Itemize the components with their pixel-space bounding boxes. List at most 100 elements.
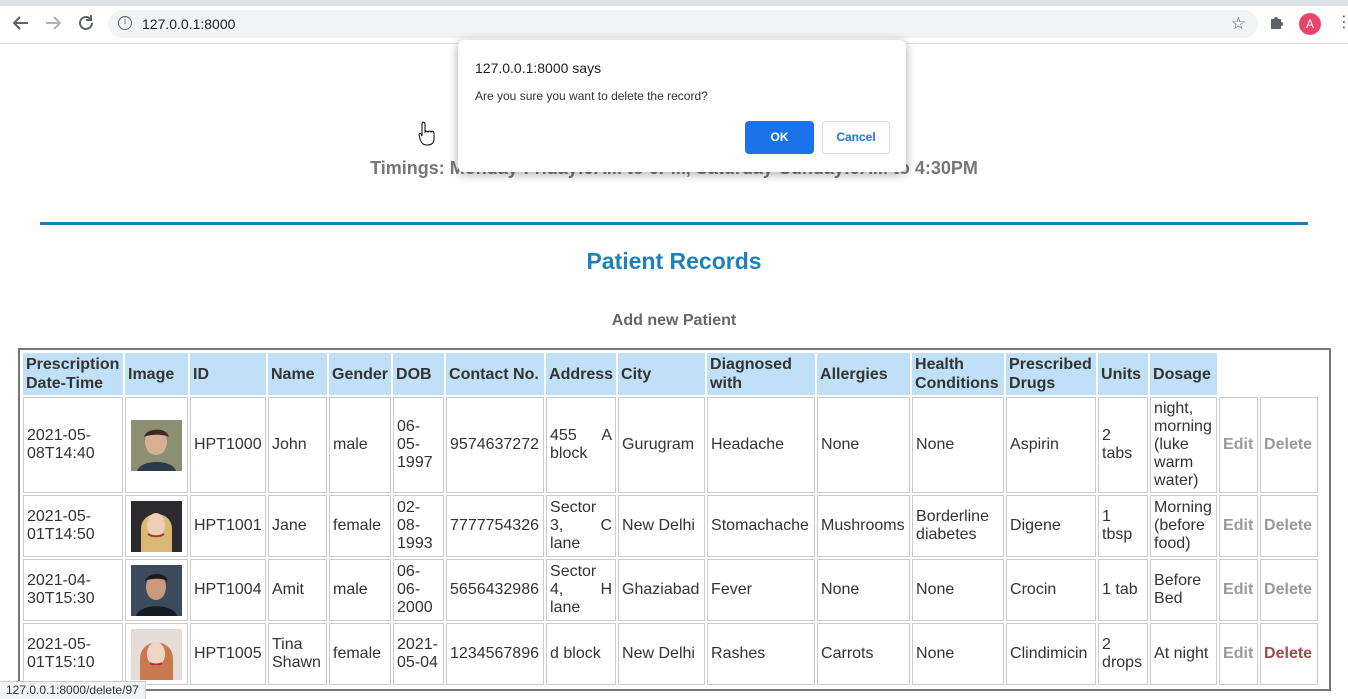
cell-units: 1 tbsp: [1098, 495, 1149, 557]
delete-link[interactable]: Delete: [1260, 623, 1319, 685]
star-icon[interactable]: ☆: [1231, 14, 1246, 34]
header-name: Name: [268, 353, 327, 395]
cancel-button[interactable]: Cancel: [822, 121, 890, 154]
cell-dosage: Before Bed: [1150, 559, 1218, 621]
cell-dosage: At night: [1150, 623, 1218, 685]
header-contact: Contact No.: [446, 353, 545, 395]
cell-health: None: [912, 559, 1005, 621]
address-url[interactable]: 127.0.0.1:8000: [142, 16, 235, 32]
edit-link[interactable]: Edit: [1219, 495, 1259, 557]
cell-datetime: 2021-05-01T15:10: [23, 623, 123, 685]
cell-diagnosed: Fever: [707, 559, 816, 621]
header-health-conditions: Health Conditions: [912, 353, 1005, 395]
cell-contact: 1234567896: [446, 623, 545, 685]
header-allergies: Allergies: [817, 353, 911, 395]
cell-dob: 2021-05-04: [393, 623, 445, 685]
table-row: 2021-05-01T14:50 HPT1001 Jane female 02-…: [23, 495, 1319, 557]
dialog-title: 127.0.0.1:8000 says: [475, 60, 602, 76]
header-edit-empty: [1219, 353, 1259, 395]
puzzle-icon[interactable]: [1268, 13, 1286, 36]
cell-id: HPT1005: [190, 623, 266, 685]
browser-toolbar: i 127.0.0.1:8000 ☆ A ⋮: [0, 0, 1348, 44]
cell-drugs: Crocin: [1006, 559, 1097, 621]
cell-dosage: night, morning (luke warm water): [1150, 397, 1218, 493]
delete-link[interactable]: Delete: [1260, 559, 1319, 621]
header-dob: DOB: [393, 353, 445, 395]
cell-gender: female: [329, 623, 392, 685]
cell-health: Borderline diabetes: [912, 495, 1005, 557]
cell-gender: female: [329, 495, 392, 557]
confirm-dialog: 127.0.0.1:8000 says Are you sure you wan…: [458, 40, 906, 172]
cell-address: 455 A block: [546, 397, 617, 493]
cell-units: 1 tab: [1098, 559, 1149, 621]
add-patient-link[interactable]: Add new Patient: [0, 312, 1348, 330]
tab-strip: [0, 0, 1348, 6]
edit-link[interactable]: Edit: [1219, 397, 1259, 493]
header-id: ID: [190, 353, 266, 395]
header-address: Address: [546, 353, 617, 395]
cell-name: Amit: [268, 559, 327, 621]
kebab-icon[interactable]: ⋮: [1336, 12, 1348, 31]
patient-photo: [125, 623, 188, 685]
cell-diagnosed: Stomachache: [707, 495, 816, 557]
cell-allergies: Carrots: [817, 623, 911, 685]
cell-city: Ghaziabad: [618, 559, 706, 621]
cell-datetime: 2021-05-08T14:40: [23, 397, 123, 493]
cell-drugs: Digene: [1006, 495, 1097, 557]
patient-table: Prescription Date-Time Image ID Name Gen…: [18, 348, 1331, 691]
header-city: City: [618, 353, 706, 395]
reload-icon[interactable]: [75, 12, 97, 34]
cell-address: d block: [546, 623, 617, 685]
header-gender: Gender: [329, 353, 392, 395]
cell-id: HPT1001: [190, 495, 266, 557]
cell-city: New Delhi: [618, 623, 706, 685]
cell-contact: 5656432986: [446, 559, 545, 621]
cell-units: 2 tabs: [1098, 397, 1149, 493]
cell-drugs: Clindimicin: [1006, 623, 1097, 685]
header-delete-empty: [1260, 353, 1319, 395]
edit-link[interactable]: Edit: [1219, 559, 1259, 621]
header-prescription-datetime: Prescription Date-Time: [23, 353, 123, 395]
cell-health: None: [912, 623, 1005, 685]
table-header-row: Prescription Date-Time Image ID Name Gen…: [23, 353, 1319, 395]
cell-datetime: 2021-05-01T14:50: [23, 495, 123, 557]
cell-gender: male: [329, 559, 392, 621]
cell-name: Tina Shawn: [268, 623, 327, 685]
info-icon[interactable]: i: [118, 16, 132, 30]
ok-button[interactable]: OK: [745, 121, 814, 154]
header-image: Image: [125, 353, 188, 395]
cell-dosage: Morning (before food): [1150, 495, 1218, 557]
cell-dob: 06-06-2000: [393, 559, 445, 621]
header-prescribed-drugs: Prescribed Drugs: [1006, 353, 1097, 395]
patient-photo: [125, 397, 188, 493]
avatar[interactable]: A: [1299, 13, 1321, 35]
page-title: Patient Records: [586, 248, 762, 274]
cell-drugs: Aspirin: [1006, 397, 1097, 493]
cell-name: John: [268, 397, 327, 493]
patient-photo: [125, 559, 188, 621]
cell-city: New Delhi: [618, 495, 706, 557]
divider: [40, 222, 1308, 225]
cell-address: Sector 3, C lane: [546, 495, 617, 557]
cell-name: Jane: [268, 495, 327, 557]
hand-cursor-icon: [418, 120, 436, 146]
header-dosage: Dosage: [1150, 353, 1218, 395]
cell-diagnosed: Rashes: [707, 623, 816, 685]
cell-gender: male: [329, 397, 392, 493]
cell-dob: 02-08-1993: [393, 495, 445, 557]
cell-datetime: 2021-04-30T15:30: [23, 559, 123, 621]
back-icon[interactable]: [10, 12, 32, 34]
cell-allergies: None: [817, 397, 911, 493]
delete-link[interactable]: Delete: [1260, 495, 1319, 557]
cell-units: 2 drops: [1098, 623, 1149, 685]
cell-address: Sector 4, H lane: [546, 559, 617, 621]
cell-contact: 7777754326: [446, 495, 545, 557]
cell-id: HPT1004: [190, 559, 266, 621]
delete-link[interactable]: Delete: [1260, 397, 1319, 493]
edit-link[interactable]: Edit: [1219, 623, 1259, 685]
forward-icon[interactable]: [42, 12, 64, 34]
cell-id: HPT1000: [190, 397, 266, 493]
address-bar[interactable]: i 127.0.0.1:8000 ☆: [108, 10, 1258, 38]
cell-contact: 9574637272: [446, 397, 545, 493]
header-diagnosed: Diagnosed with: [707, 353, 816, 395]
